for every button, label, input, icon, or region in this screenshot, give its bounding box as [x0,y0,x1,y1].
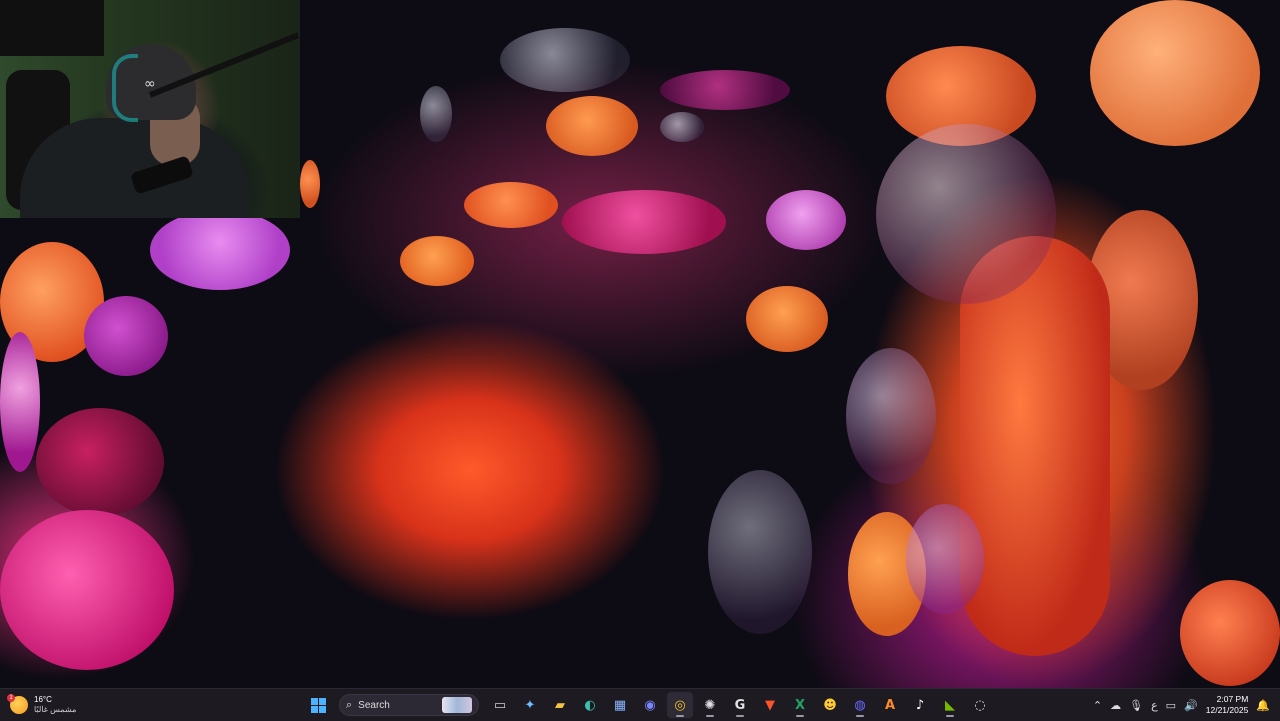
running-indicator [946,715,954,717]
wallpaper-blob [906,504,984,614]
wallpaper-blob [0,332,40,472]
a-app-button[interactable]: A [877,692,903,718]
nvidia-icon: ◣ [945,697,955,713]
system-tray: ⌃ ☁ 🎙 ع ▭ 🔊 2:07 PM 12/21/2025 🔔 [1093,689,1280,721]
wallpaper-blob [0,510,174,670]
app-g-button[interactable]: G [727,692,753,718]
discord-button[interactable]: ◉ [637,692,663,718]
windows-logo-icon [310,697,326,713]
wallpaper-blob [464,182,558,228]
copilot-button[interactable]: ✦ [517,692,543,718]
language-indicator[interactable]: ع [1151,699,1158,712]
chevron-up-icon[interactable]: ⌃ [1093,699,1102,712]
chrome-icon: ◎ [674,697,686,713]
weather-sun-icon: 1 [7,694,28,714]
running-indicator [736,715,744,717]
wallpaper-blob [150,210,290,290]
clock[interactable]: 2:07 PM 12/21/2025 [1206,694,1249,716]
obs-icon: ◌ [974,697,986,713]
weather-notification-badge: 1 [7,694,15,702]
cloud-sync-icon[interactable]: ☁ [1110,699,1121,712]
task-view-icon: ▭ [493,697,507,713]
running-indicator [796,715,804,717]
weather-widget[interactable]: 1 16°C مشمس غالبًا [7,689,76,721]
wallpaper-blob [420,86,452,142]
chatgpt-icon: ✺ [704,697,716,713]
excel-icon: X [794,697,806,713]
wallpaper-blob [400,236,474,286]
pay-app-icon: ◍ [854,697,866,713]
chatgpt-button[interactable]: ✺ [697,692,723,718]
wallpaper-blob [660,112,704,142]
webcam-person-body [20,118,250,218]
wallpaper-blob [1090,0,1260,146]
desktop-wallpaper: ∞ [0,0,1280,688]
file-explorer-button[interactable]: ▰ [547,692,573,718]
running-indicator [676,715,684,717]
webcam-overlay: ∞ [0,0,300,218]
microsoft-store-button[interactable]: ▦ [607,692,633,718]
brave-button[interactable]: ▼ [757,692,783,718]
pay-app-button[interactable]: ◍ [847,692,873,718]
wallpaper-blob [562,190,726,254]
wallpaper-blob [84,296,168,376]
emoji-app-button[interactable]: ☻ [817,692,843,718]
chrome-button[interactable]: ◎ [667,692,693,718]
weather-temperature: 16°C [34,695,52,704]
running-indicator [706,715,714,717]
taskbar: 1 16°C مشمس غالبًا ⌕ Search ▭ ✦ ▰ ◐ ▦ ◉ … [0,688,1280,721]
nvidia-button[interactable]: ◣ [937,692,963,718]
obs-button[interactable]: ◌ [967,692,993,718]
wallpaper-blob [846,348,936,484]
notification-bell-icon[interactable]: 🔔 [1256,699,1270,712]
wallpaper-blob [500,28,630,92]
folder-icon: ▰ [555,697,565,713]
taskbar-search-box[interactable]: ⌕ Search [339,694,479,716]
clock-time: 2:07 PM [1216,694,1249,704]
wallpaper-blob [546,96,638,156]
wallpaper-blob [746,286,828,352]
search-icon: ⌕ [346,698,353,711]
g-app-icon: G [734,697,746,713]
edge-icon: ◐ [584,697,596,713]
discord-icon: ◉ [644,697,656,713]
volume-icon[interactable]: 🔊 [1184,699,1198,712]
search-label: Search [358,699,390,711]
running-indicator [856,715,864,717]
taskbar-center: ⌕ Search ▭ ✦ ▰ ◐ ▦ ◉ ◎ ✺ G ▼ X ☻ ◍ A ♪ ◣… [305,689,993,721]
webcam-background-monitor [0,0,104,56]
wallpaper-blob [1180,580,1280,686]
weather-texts: 16°C مشمس غالبًا [34,695,76,715]
microphone-icon[interactable]: 🎙 [1129,699,1143,712]
excel-button[interactable]: X [787,692,813,718]
emoji-app-icon: ☻ [823,697,837,713]
store-icon: ▦ [613,697,627,713]
brave-icon: ▼ [765,697,775,713]
a-app-icon: A [884,697,896,713]
weather-condition: مشمس غالبًا [34,705,77,714]
search-highlight-art [442,697,472,713]
wallpaper-blob [876,124,1056,304]
wallpaper-blob [660,70,790,110]
wallpaper-blob [708,470,812,634]
clock-date: 12/21/2025 [1205,705,1249,715]
tiktok-icon: ♪ [915,697,925,713]
edge-button[interactable]: ◐ [577,692,603,718]
wallpaper-blob [36,408,164,516]
tiktok-button[interactable]: ♪ [907,692,933,718]
network-icon[interactable]: ▭ [1166,699,1176,712]
wallpaper-blob [300,160,320,208]
task-view-button[interactable]: ▭ [487,692,513,718]
webcam-headset [112,54,138,122]
copilot-icon: ✦ [524,697,536,713]
start-button[interactable] [305,692,331,718]
wallpaper-blob [766,190,846,250]
